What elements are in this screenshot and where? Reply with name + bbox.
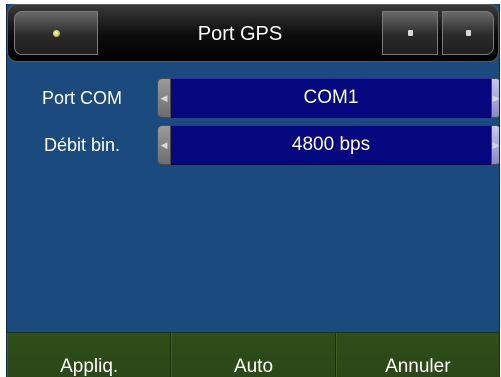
com-port-value[interactable]: COM1 bbox=[171, 78, 491, 118]
arrow-right-icon: ▶ bbox=[492, 139, 500, 150]
gps-port-screen: Port GPS Port COM ◀ COM1 ▶ Débit bin. ◀ … bbox=[6, 4, 500, 377]
com-port-label: Port COM bbox=[41, 87, 122, 108]
small-square-icon bbox=[465, 30, 471, 36]
baud-rate-value[interactable]: 4800 bps bbox=[171, 125, 491, 165]
apply-button[interactable]: Appliq. bbox=[7, 333, 172, 377]
footer-bar: Appliq. Auto Annuler bbox=[7, 332, 499, 377]
arrow-right-icon: ▶ bbox=[492, 92, 500, 103]
page-title: Port GPS bbox=[197, 22, 283, 45]
menu-button[interactable] bbox=[14, 11, 98, 55]
com-port-prev-button[interactable]: ◀ bbox=[157, 78, 171, 118]
small-square-icon bbox=[407, 30, 413, 36]
header-button-1[interactable] bbox=[382, 11, 438, 55]
baud-rate-next-button[interactable]: ▶ bbox=[491, 125, 500, 165]
header-button-2[interactable] bbox=[442, 11, 494, 55]
arrow-left-icon: ◀ bbox=[160, 92, 168, 103]
baud-rate-prev-button[interactable]: ◀ bbox=[157, 125, 171, 165]
com-port-next-button[interactable]: ▶ bbox=[491, 78, 500, 118]
baud-rate-label: Débit bin. bbox=[43, 134, 121, 155]
indicator-dot-icon bbox=[52, 29, 60, 37]
cancel-button[interactable]: Annuler bbox=[335, 333, 499, 377]
title-bar: Port GPS bbox=[7, 4, 499, 62]
auto-button[interactable]: Auto bbox=[171, 333, 336, 377]
arrow-left-icon: ◀ bbox=[160, 139, 168, 150]
